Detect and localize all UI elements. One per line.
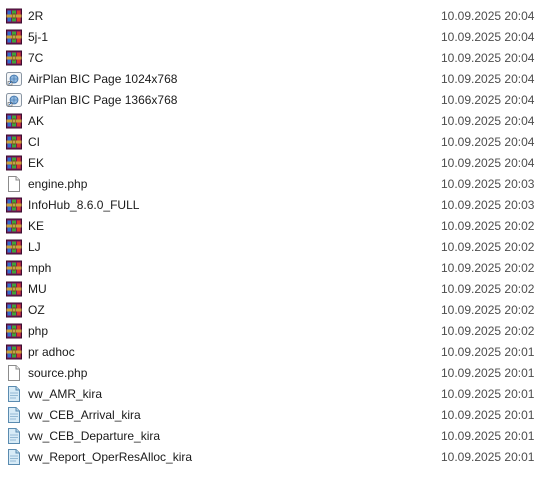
winrar-archive-icon xyxy=(6,239,22,255)
file-name: source.php xyxy=(28,366,88,380)
file-date-modified: 10.09.2025 20:04 xyxy=(441,114,535,128)
file-name: 2R xyxy=(28,9,44,23)
file-row[interactable]: php 10.09.2025 20:02 xyxy=(0,321,549,342)
sql-file-icon xyxy=(6,428,22,444)
file-row[interactable]: 7C 10.09.2025 20:04 xyxy=(0,48,549,69)
file-date-modified: 10.09.2025 20:02 xyxy=(441,303,535,317)
file-date-modified: 10.09.2025 20:01 xyxy=(441,345,535,359)
file-row[interactable]: source.php 10.09.2025 20:01 xyxy=(0,363,549,384)
sql-file-icon xyxy=(6,386,22,402)
file-row[interactable]: vw_Report_OperResAlloc_kira 10.09.2025 20… xyxy=(0,447,549,468)
file-name: mph xyxy=(28,261,52,275)
winrar-archive-icon xyxy=(6,113,22,129)
winrar-archive-icon xyxy=(6,29,22,45)
file-row[interactable]: AirPlan BIC Page 1366x768 10.09.2025 20:0… xyxy=(0,90,549,111)
file-name: vw_CEB_Departure_kira xyxy=(28,429,161,443)
file-row[interactable]: vw_CEB_Arrival_kira 10.09.2025 20:01 xyxy=(0,405,549,426)
winrar-archive-icon xyxy=(6,218,22,234)
file-date-modified: 10.09.2025 20:04 xyxy=(441,51,535,65)
winrar-archive-icon xyxy=(6,155,22,171)
file-name: MU xyxy=(28,282,47,296)
file-name: InfoHub_8.6.0_FULL xyxy=(28,198,140,212)
file-date-modified: 10.09.2025 20:01 xyxy=(441,366,535,380)
file-date-modified: 10.09.2025 20:04 xyxy=(441,9,535,23)
file-list: 2R 10.09.2025 20:04 5j-1 10.09.2025 20:04 7C… xyxy=(0,0,549,484)
file-date-modified: 10.09.2025 20:01 xyxy=(441,450,535,464)
file-row[interactable]: KE 10.09.2025 20:02 xyxy=(0,216,549,237)
file-date-modified: 10.09.2025 20:01 xyxy=(441,429,535,443)
file-row[interactable]: InfoHub_8.6.0_FULL 10.09.2025 20:03 xyxy=(0,195,549,216)
file-date-modified: 10.09.2025 20:03 xyxy=(441,198,535,212)
winrar-archive-icon xyxy=(6,8,22,24)
file-name: AirPlan BIC Page 1024x768 xyxy=(28,72,178,86)
file-date-modified: 10.09.2025 20:02 xyxy=(441,324,535,338)
winrar-archive-icon xyxy=(6,260,22,276)
file-row[interactable]: MU 10.09.2025 20:02 xyxy=(0,279,549,300)
file-name: AirPlan BIC Page 1366x768 xyxy=(28,93,178,107)
file-row[interactable]: EK 10.09.2025 20:04 xyxy=(0,153,549,174)
file-date-modified: 10.09.2025 20:02 xyxy=(441,261,535,275)
file-row[interactable]: engine.php 10.09.2025 20:03 xyxy=(0,174,549,195)
blank-file-icon xyxy=(6,176,22,192)
file-row[interactable]: 5j-1 10.09.2025 20:04 xyxy=(0,27,549,48)
file-name: KE xyxy=(28,219,45,233)
file-name: AK xyxy=(28,114,45,128)
file-name: 7C xyxy=(28,51,44,65)
file-date-modified: 10.09.2025 20:04 xyxy=(441,30,535,44)
file-name: LJ xyxy=(28,240,41,254)
file-date-modified: 10.09.2025 20:01 xyxy=(441,387,535,401)
file-date-modified: 10.09.2025 20:01 xyxy=(441,408,535,422)
file-name: pr adhoc xyxy=(28,345,75,359)
winrar-archive-icon xyxy=(6,323,22,339)
web-shortcut-icon xyxy=(6,92,22,108)
file-date-modified: 10.09.2025 20:04 xyxy=(441,156,535,170)
winrar-archive-icon xyxy=(6,50,22,66)
file-name: 5j-1 xyxy=(28,30,49,44)
file-name: OZ xyxy=(28,303,45,317)
file-name: CI xyxy=(28,135,40,149)
file-row[interactable]: CI 10.09.2025 20:04 xyxy=(0,132,549,153)
file-row[interactable]: AirPlan BIC Page 1024x768 10.09.2025 20:0… xyxy=(0,69,549,90)
file-date-modified: 10.09.2025 20:04 xyxy=(441,72,535,86)
winrar-archive-icon xyxy=(6,134,22,150)
blank-file-icon xyxy=(6,365,22,381)
sql-file-icon xyxy=(6,407,22,423)
file-row[interactable]: vw_CEB_Departure_kira 10.09.2025 20:01 xyxy=(0,426,549,447)
file-row[interactable]: AK 10.09.2025 20:04 xyxy=(0,111,549,132)
file-row[interactable]: mph 10.09.2025 20:02 xyxy=(0,258,549,279)
file-row[interactable]: OZ 10.09.2025 20:02 xyxy=(0,300,549,321)
file-name: vw_AMR_kira xyxy=(28,387,103,401)
file-row[interactable]: LJ 10.09.2025 20:02 xyxy=(0,237,549,258)
sql-file-icon xyxy=(6,449,22,465)
file-date-modified: 10.09.2025 20:03 xyxy=(441,177,535,191)
file-date-modified: 10.09.2025 20:04 xyxy=(441,135,535,149)
file-name: engine.php xyxy=(28,177,88,191)
winrar-archive-icon xyxy=(6,302,22,318)
winrar-archive-icon xyxy=(6,344,22,360)
file-row[interactable]: pr adhoc 10.09.2025 20:01 xyxy=(0,342,549,363)
file-name: EK xyxy=(28,156,45,170)
winrar-archive-icon xyxy=(6,281,22,297)
file-date-modified: 10.09.2025 20:04 xyxy=(441,93,535,107)
file-date-modified: 10.09.2025 20:02 xyxy=(441,240,535,254)
file-date-modified: 10.09.2025 20:02 xyxy=(441,219,535,233)
file-name: php xyxy=(28,324,49,338)
file-date-modified: 10.09.2025 20:02 xyxy=(441,282,535,296)
web-shortcut-icon xyxy=(6,71,22,87)
file-row[interactable]: vw_AMR_kira 10.09.2025 20:01 xyxy=(0,384,549,405)
file-row[interactable]: 2R 10.09.2025 20:04 xyxy=(0,6,549,27)
file-name: vw_Report_OperResAlloc_kira xyxy=(28,450,193,464)
file-name: vw_CEB_Arrival_kira xyxy=(28,408,141,422)
winrar-archive-icon xyxy=(6,197,22,213)
